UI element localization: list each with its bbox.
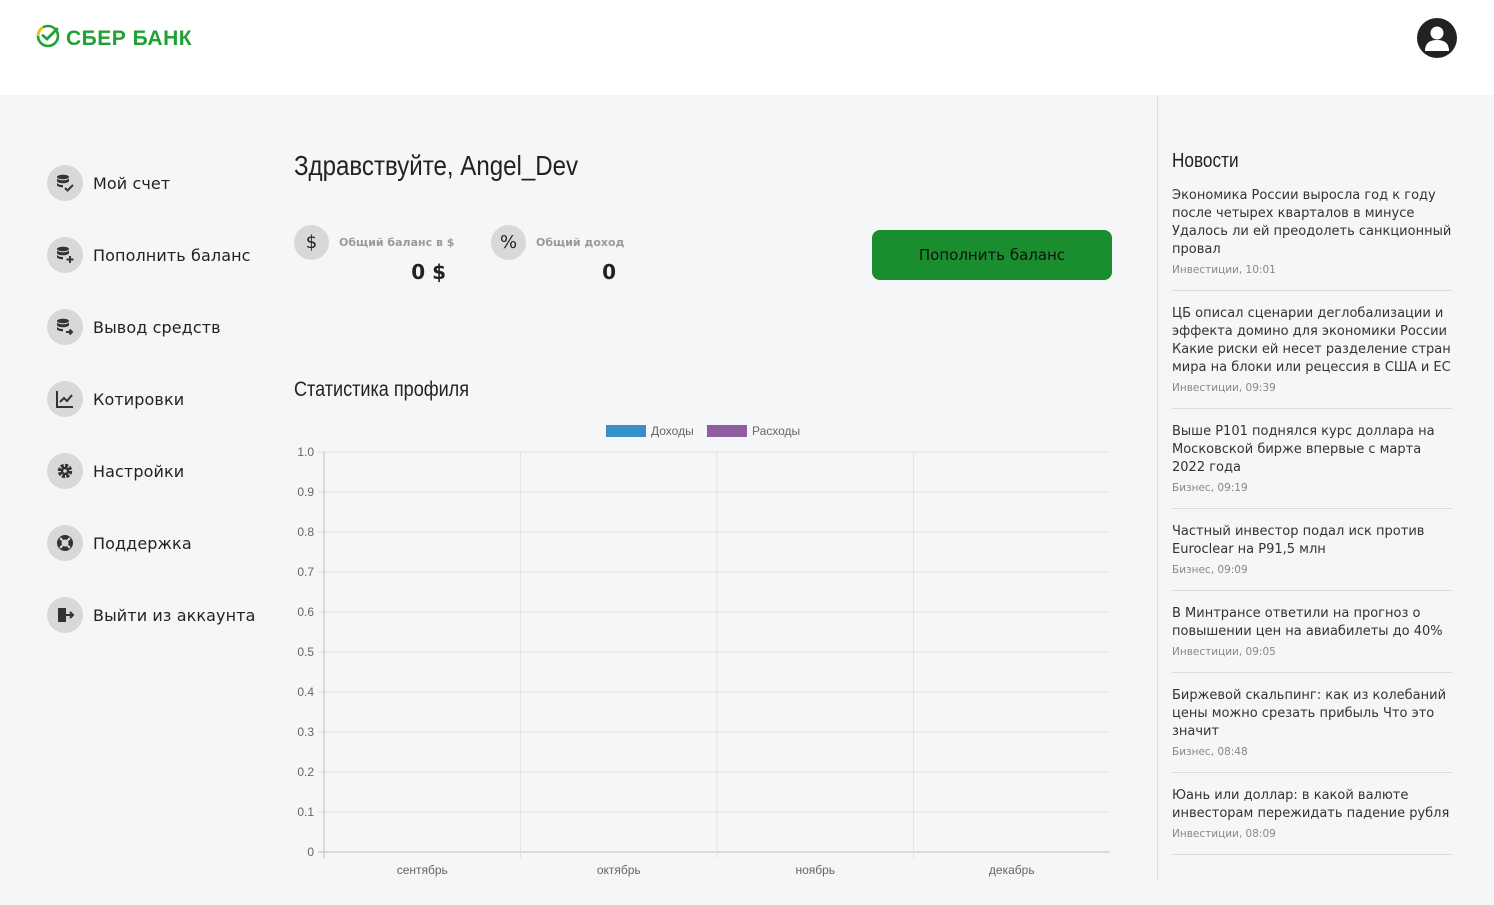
news-title: Новости [1172, 150, 1239, 172]
y-tick-label: 0.7 [297, 565, 314, 579]
sidebar-item-label: Настройки [93, 461, 185, 481]
news-item[interactable]: Биржевой скальпинг: как из колебаний цен… [1172, 687, 1452, 773]
lifebuoy-icon [47, 525, 83, 561]
news-item[interactable]: Юань или доллар: в какой валюте инвестор… [1172, 787, 1452, 855]
news-meta: Инвестиции, 10:01 [1172, 264, 1276, 276]
news-item[interactable]: Частный инвестор подал иск против Eurocl… [1172, 523, 1452, 591]
x-tick-label: ноябрь [795, 863, 835, 877]
total-balance-card: $ [294, 225, 329, 260]
logo-text: СБЕР БАНК [66, 26, 193, 50]
sidebar-item-quotes[interactable]: Котировки [47, 381, 256, 417]
greeting-title: Здравствуйте, Angel_Dev [294, 150, 579, 181]
sidebar-item-label: Котировки [93, 389, 185, 409]
news-meta: Инвестиции, 09:05 [1172, 646, 1276, 658]
coins-check-icon [47, 165, 83, 201]
user-avatar[interactable] [1417, 18, 1457, 58]
sidebar-item-label: Выйти из аккаунта [93, 605, 256, 625]
user-icon [1425, 26, 1449, 51]
y-tick-label: 0.6 [297, 605, 314, 619]
sidebar-item-label: Поддержка [93, 533, 192, 553]
y-tick-label: 0.8 [297, 525, 314, 539]
news-item[interactable]: Выше Р101 поднялся курс доллара на Моско… [1172, 423, 1452, 509]
news-meta: Бизнес, 09:09 [1172, 564, 1248, 576]
y-tick-label: 0.2 [297, 765, 314, 779]
main-area: Мой счет Пополнить баланс Вывод средств … [0, 95, 1494, 905]
news-headline: Выше Р101 поднялся курс доллара на Моско… [1172, 424, 1435, 475]
y-tick-label: 0 [307, 845, 314, 859]
news-headline: Частный инвестор подал иск против Eurocl… [1172, 524, 1425, 557]
logo[interactable]: СБЕР БАНК [36, 24, 192, 53]
news-item[interactable]: В Минтрансе ответили на прогноз о повыше… [1172, 605, 1452, 673]
total-income-card: % [491, 225, 526, 260]
sidebar-item-settings[interactable]: Настройки [47, 453, 256, 489]
x-tick-label: декабрь [989, 863, 1035, 877]
news-headline: Биржевой скальпинг: как из колебаний цен… [1172, 688, 1447, 739]
news-meta: Бизнес, 09:19 [1172, 482, 1248, 494]
news-item[interactable]: ЦБ описал сценарии деглобализации и эффе… [1172, 305, 1452, 409]
coins-plus-icon [47, 237, 83, 273]
sidebar-item-support[interactable]: Поддержка [47, 525, 256, 561]
y-tick-label: 0.3 [297, 725, 314, 739]
total-income-label: Общий доход [536, 236, 625, 249]
y-tick-label: 0.4 [297, 685, 314, 699]
news-headline: Экономика России выросла год к году посл… [1172, 188, 1452, 257]
news-headline: В Минтрансе ответили на прогноз о повыше… [1172, 606, 1443, 639]
dollar-icon: $ [294, 225, 329, 260]
legend-swatch [707, 425, 747, 437]
sidebar-item-withdraw[interactable]: Вывод средств [47, 309, 256, 345]
news-meta: Бизнес, 08:48 [1172, 746, 1248, 758]
sidebar-item-label: Вывод средств [93, 317, 221, 337]
percent-icon: % [491, 225, 526, 260]
sidebar-item-top-up[interactable]: Пополнить баланс [47, 237, 256, 273]
sidebar: Мой счет Пополнить баланс Вывод средств … [47, 165, 256, 669]
header: СБЕР БАНК [0, 0, 1494, 95]
total-balance-label: Общий баланс в $ [339, 236, 455, 249]
total-income-value: 0 [602, 260, 616, 284]
x-tick-label: сентябрь [397, 863, 448, 877]
news-meta: Инвестиции, 09:39 [1172, 382, 1276, 394]
coins-arrow-icon [47, 309, 83, 345]
news-panel: Новости Экономика России выросла год к г… [1172, 150, 1452, 869]
chart-line-icon [47, 381, 83, 417]
sidebar-item-label: Мой счет [93, 173, 171, 193]
total-balance-value: 0 $ [411, 260, 446, 284]
news-divider [1157, 95, 1158, 880]
legend-label: Расходы [752, 424, 800, 438]
top-up-button[interactable]: Пополнить баланс [872, 230, 1112, 280]
legend-swatch [606, 425, 646, 437]
news-headline: ЦБ описал сценарии деглобализации и эффе… [1172, 306, 1451, 375]
profile-stats-chart: 0 0.1 0.2 0.3 0.4 0.5 0.6 0.7 0.8 0.9 1.0 сентябрь о… [297, 424, 1110, 877]
x-tick-label: октябрь [597, 863, 641, 877]
y-tick-label: 0.9 [297, 485, 314, 499]
y-tick-label: 1.0 [297, 445, 314, 459]
sidebar-item-logout[interactable]: Выйти из аккаунта [47, 597, 256, 633]
logout-icon [47, 597, 83, 633]
legend-label: Доходы [651, 424, 694, 438]
news-meta: Инвестиции, 08:09 [1172, 828, 1276, 840]
news-item[interactable]: Экономика России выросла год к году посл… [1172, 187, 1452, 291]
y-tick-label: 0.5 [297, 645, 314, 659]
sidebar-item-label: Пополнить баланс [93, 245, 251, 265]
stats-title: Статистика профиля [294, 378, 470, 401]
sber-logo-icon [36, 24, 60, 53]
news-headline: Юань или доллар: в какой валюте инвестор… [1172, 788, 1450, 821]
sidebar-item-my-account[interactable]: Мой счет [47, 165, 256, 201]
gear-icon [47, 453, 83, 489]
y-tick-label: 0.1 [297, 805, 314, 819]
